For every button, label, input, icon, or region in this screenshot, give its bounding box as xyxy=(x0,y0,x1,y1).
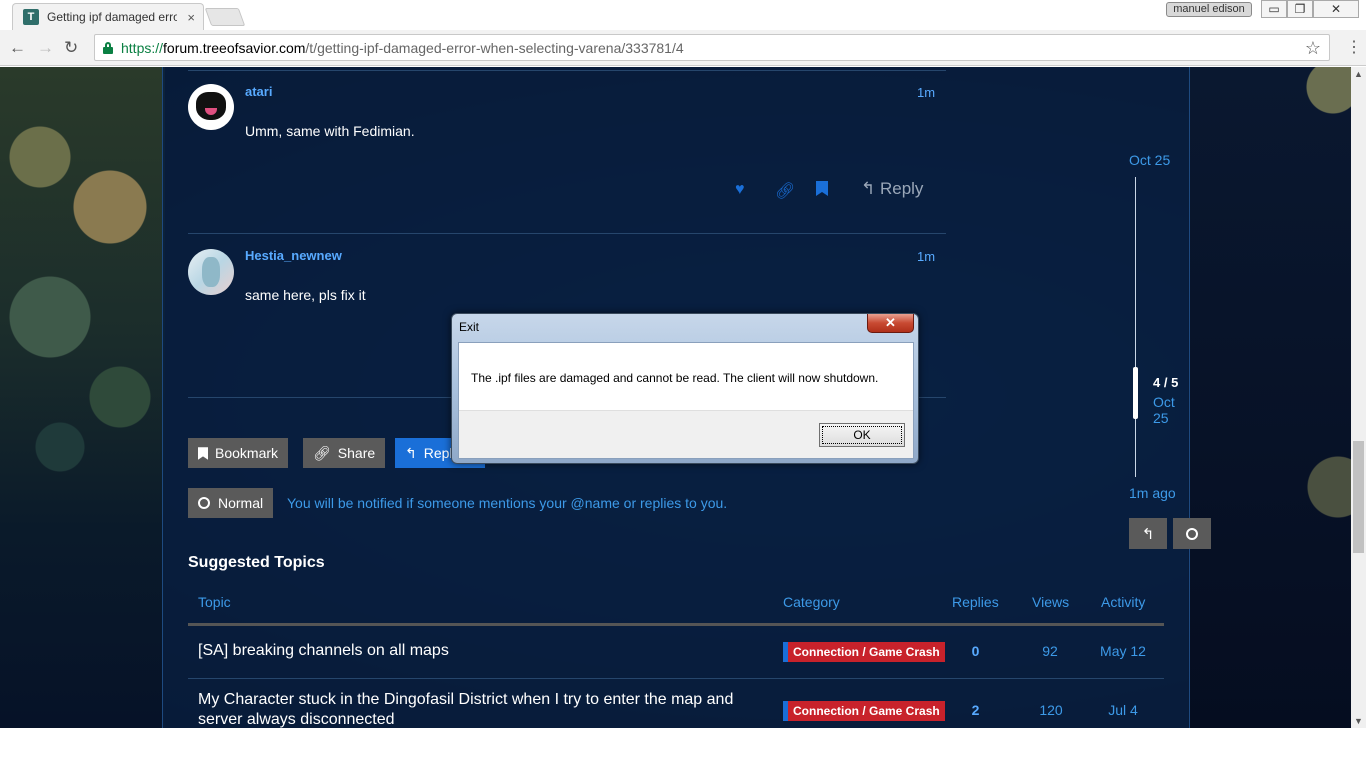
divider xyxy=(188,233,946,234)
tab-title: Getting ipf damaged error when selecting… xyxy=(47,10,177,24)
timeline-position: 4 / 5 xyxy=(1153,375,1179,390)
tab-close-icon[interactable]: × xyxy=(187,10,195,25)
timeline-start-date[interactable]: Oct 25 xyxy=(1129,152,1170,168)
column-header-views[interactable]: Views xyxy=(1032,594,1069,610)
column-header-activity[interactable]: Activity xyxy=(1101,594,1145,610)
suggested-topics-heading: Suggested Topics xyxy=(188,554,325,571)
timeline-last-activity[interactable]: 1m ago xyxy=(1129,485,1176,501)
back-arrow-icon[interactable]: ← xyxy=(9,38,26,58)
browser-titlebar: T Getting ipf damaged error when selecti… xyxy=(0,0,1366,30)
bookmark-icon xyxy=(198,446,208,460)
post-body: same here, pls fix it xyxy=(245,287,366,303)
activity-date[interactable]: Jul 4 xyxy=(1095,702,1151,718)
like-heart-icon[interactable]: ♥ xyxy=(735,181,745,199)
scroll-down-arrow-icon[interactable]: ▼ xyxy=(1354,716,1363,726)
category-badge[interactable]: Connection / Game Crash xyxy=(783,701,945,721)
post-body: Umm, same with Fedimian. xyxy=(245,123,415,139)
profile-button[interactable]: manuel edison xyxy=(1166,2,1252,17)
bookmark-star-icon[interactable]: ☆ xyxy=(1305,38,1321,59)
share-label: Share xyxy=(337,445,376,461)
post-username[interactable]: atari xyxy=(245,84,272,99)
category-badge[interactable]: Connection / Game Crash xyxy=(783,642,945,662)
replies-count: 2 xyxy=(971,702,980,718)
dialog-close-button[interactable]: ✕ xyxy=(867,314,914,333)
scrollbar-thumb[interactable] xyxy=(1353,441,1364,553)
timeline-scroll-handle[interactable] xyxy=(1133,367,1138,419)
scroll-up-arrow-icon[interactable]: ▲ xyxy=(1354,69,1363,79)
dialog-message: The .ipf files are damaged and cannot be… xyxy=(471,371,879,385)
notification-level-label: Normal xyxy=(218,495,264,511)
url-path: /t/getting-ipf-damaged-error-when-select… xyxy=(305,39,684,56)
site-favicon-icon: T xyxy=(23,9,39,25)
dialog-body: The .ipf files are damaged and cannot be… xyxy=(458,342,914,459)
avatar[interactable] xyxy=(188,84,234,130)
exit-error-dialog: Exit ✕ The .ipf files are damaged and ca… xyxy=(451,313,919,464)
reload-icon[interactable]: ↻ xyxy=(64,38,78,58)
dialog-title: Exit xyxy=(459,320,480,334)
reply-arrow-icon: ↰ xyxy=(405,444,417,461)
minimize-button[interactable]: ▭ xyxy=(1261,0,1287,18)
divider xyxy=(188,70,946,71)
share-link-icon[interactable]: 🔗︎ xyxy=(775,181,795,201)
post-username[interactable]: Hestia_newnew xyxy=(245,248,342,263)
forward-arrow-icon[interactable]: → xyxy=(37,38,54,58)
share-button[interactable]: 🔗︎ Share xyxy=(303,438,386,468)
row-divider xyxy=(188,678,1164,679)
views-count: 92 xyxy=(1042,643,1058,659)
url-host: forum.treeofsavior.com xyxy=(163,39,306,56)
table-header-divider xyxy=(188,623,1164,626)
dialog-footer: OK xyxy=(459,410,913,458)
link-icon: 🔗︎ xyxy=(313,444,331,461)
lock-icon xyxy=(103,41,113,54)
post-time[interactable]: 1m xyxy=(917,85,935,100)
address-bar[interactable]: https:// forum.treeofsavior.com /t/getti… xyxy=(94,34,1330,61)
post-reply-button[interactable]: ↰ Reply xyxy=(861,179,923,199)
timeline-current-date: Oct 25 xyxy=(1153,394,1175,426)
suggested-topic-link[interactable]: My Character stuck in the Dingofasil Dis… xyxy=(198,690,758,728)
replies-count: 0 xyxy=(971,643,980,659)
browser-tab[interactable]: T Getting ipf damaged error when selecti… xyxy=(12,3,204,30)
bookmark-label: Bookmark xyxy=(215,445,279,461)
maximize-button[interactable]: ❐ xyxy=(1287,0,1313,18)
column-header-category: Category xyxy=(783,594,840,610)
notification-description: You will be notified if someone mentions… xyxy=(287,495,728,511)
window-close-button[interactable]: ✕ xyxy=(1313,0,1359,18)
browser-menu-icon[interactable]: ⋮ xyxy=(1346,37,1362,57)
timeline-reply-button[interactable]: ↰ xyxy=(1129,518,1167,549)
views-count: 120 xyxy=(1039,702,1063,718)
reply-label: Reply xyxy=(879,179,924,198)
notification-ring-icon xyxy=(198,497,210,509)
timeline-notification-button[interactable] xyxy=(1173,518,1211,549)
column-header-topic[interactable]: Topic xyxy=(198,594,231,610)
ok-button[interactable]: OK xyxy=(819,423,905,447)
activity-date[interactable]: May 12 xyxy=(1095,643,1151,659)
reply-arrow-icon: ↰ xyxy=(1141,525,1155,543)
timeline-track[interactable] xyxy=(1135,177,1136,477)
background-foliage-left xyxy=(0,67,165,728)
url-scheme: https:// xyxy=(121,39,164,56)
bookmark-icon[interactable] xyxy=(816,181,828,201)
browser-toolbar: ← → ↻ https:// forum.treeofsavior.com /t… xyxy=(0,30,1366,66)
post-time[interactable]: 1m xyxy=(917,249,935,264)
background-foliage-right xyxy=(1188,67,1351,728)
notification-ring-icon xyxy=(1186,527,1198,540)
new-tab-button[interactable] xyxy=(204,8,246,26)
bookmark-button[interactable]: Bookmark xyxy=(188,438,289,468)
notification-level-button[interactable]: Normal xyxy=(188,488,274,518)
page-scrollbar[interactable]: ▲ ▼ xyxy=(1351,67,1366,728)
avatar[interactable] xyxy=(188,249,234,295)
column-header-replies[interactable]: Replies xyxy=(952,594,999,610)
suggested-topic-link[interactable]: [SA] breaking channels on all maps xyxy=(198,641,758,661)
